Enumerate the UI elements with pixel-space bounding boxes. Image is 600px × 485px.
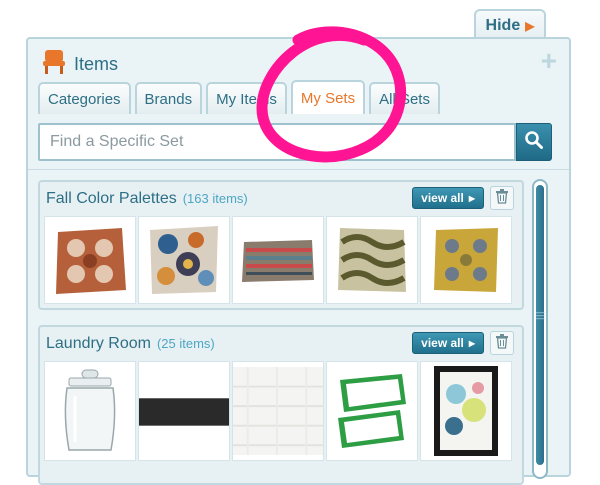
hide-label: Hide bbox=[485, 16, 521, 34]
delete-set-button[interactable] bbox=[490, 186, 514, 210]
search-input[interactable] bbox=[38, 123, 516, 161]
set-card: Fall Color Palettes (163 items) view all… bbox=[38, 180, 524, 310]
green-frames-thumbnail[interactable] bbox=[326, 361, 418, 461]
chevron-right-icon: ▶ bbox=[468, 338, 475, 348]
search-icon bbox=[524, 130, 544, 155]
search-button[interactable] bbox=[516, 123, 552, 161]
scrollbar[interactable]: — — — bbox=[532, 179, 548, 479]
view-all-label: view all bbox=[421, 191, 464, 205]
white-textured-rug-thumbnail[interactable] bbox=[232, 361, 324, 461]
chair-icon bbox=[42, 49, 66, 80]
chevron-right-icon: ▶ bbox=[525, 18, 535, 33]
rust-medallion-pillow-thumbnail[interactable] bbox=[44, 216, 136, 304]
set-name[interactable]: Fall Color Palettes bbox=[46, 190, 177, 208]
tab-my-sets[interactable]: My Sets bbox=[290, 80, 366, 114]
set-card: Laundry Room (25 items) view all ▶ bbox=[38, 325, 524, 485]
trash-icon bbox=[494, 333, 510, 354]
black-shelf-thumbnail[interactable] bbox=[138, 361, 230, 461]
set-name[interactable]: Laundry Room bbox=[46, 335, 151, 353]
tab-all-sets[interactable]: All Sets bbox=[369, 82, 440, 114]
blue-floral-pillow-thumbnail[interactable] bbox=[138, 216, 230, 304]
thumbnail-row bbox=[44, 216, 512, 304]
tab-categories[interactable]: Categories bbox=[38, 82, 131, 114]
add-icon[interactable]: + bbox=[541, 47, 557, 75]
hide-button[interactable]: Hide ▶ bbox=[474, 9, 546, 40]
glass-canister-thumbnail[interactable] bbox=[44, 361, 136, 461]
delete-set-button[interactable] bbox=[490, 331, 514, 355]
gold-ikat-pillow-thumbnail[interactable] bbox=[420, 216, 512, 304]
divider bbox=[28, 169, 569, 170]
tab-bar: Categories Brands My Items My Sets All S… bbox=[38, 80, 440, 114]
view-all-button[interactable]: view all ▶ bbox=[412, 332, 484, 354]
items-panel: Items + Categories Brands My Items My Se… bbox=[26, 37, 571, 485]
tab-brands[interactable]: Brands bbox=[134, 82, 203, 114]
thumbnail-row bbox=[44, 361, 512, 461]
panel-title: Items bbox=[74, 53, 119, 74]
striped-lumbar-pillow-thumbnail[interactable] bbox=[232, 216, 324, 304]
search-bar bbox=[38, 123, 552, 161]
trash-icon bbox=[494, 188, 510, 209]
set-count: (25 items) bbox=[156, 336, 215, 351]
panel-header: Items bbox=[42, 49, 118, 79]
abstract-framed-art-thumbnail[interactable] bbox=[420, 361, 512, 461]
set-count: (163 items) bbox=[182, 191, 248, 206]
scroll-thumb[interactable]: — — — bbox=[536, 185, 545, 465]
view-all-label: view all bbox=[421, 336, 464, 350]
view-all-button[interactable]: view all ▶ bbox=[412, 187, 484, 209]
chevron-right-icon: ▶ bbox=[468, 193, 475, 203]
tab-my-items[interactable]: My Items bbox=[206, 82, 287, 114]
olive-wave-pillow-thumbnail[interactable] bbox=[326, 216, 418, 304]
grip-icon: — — — bbox=[536, 307, 545, 323]
